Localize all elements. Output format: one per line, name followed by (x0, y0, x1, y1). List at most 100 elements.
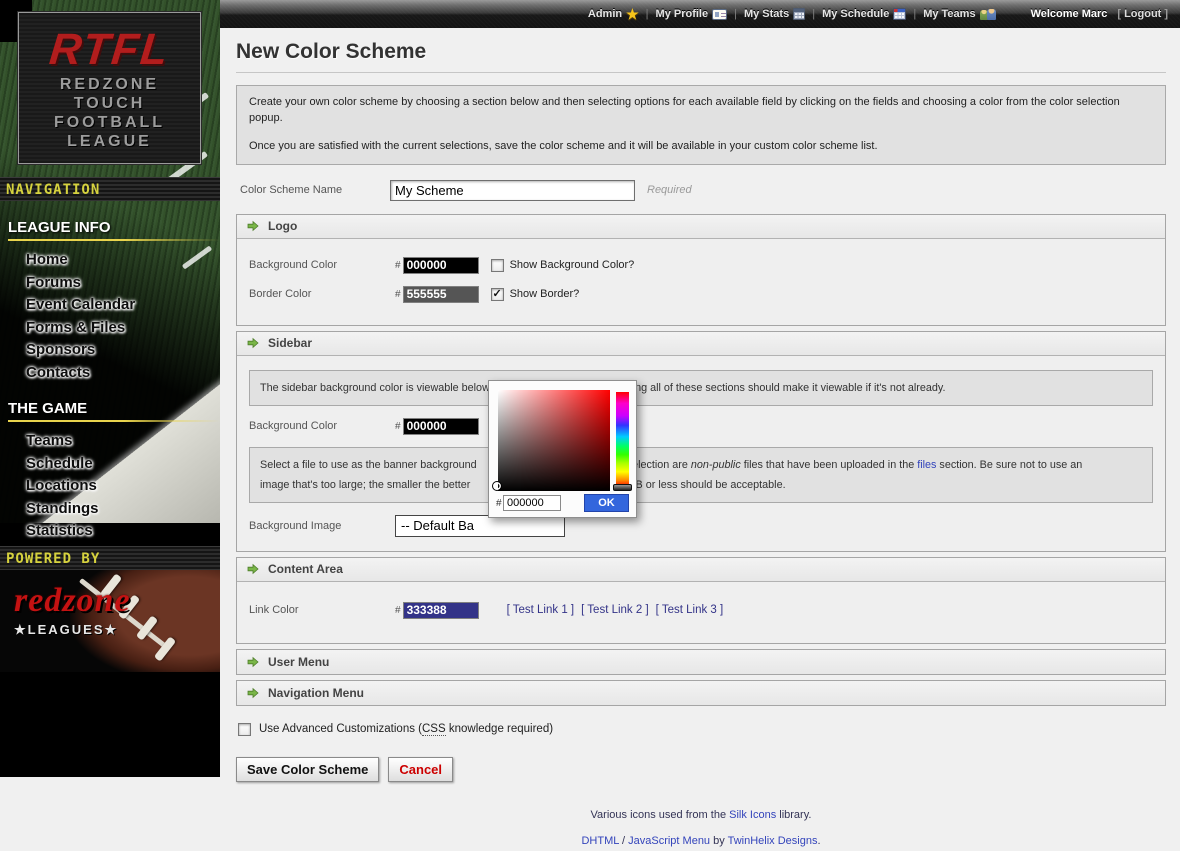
page-title: New Color Scheme (236, 40, 1166, 73)
show-border-label: Show Border? (510, 288, 580, 300)
sidebar-item-forms-files[interactable]: Forms & Files (8, 317, 220, 340)
menu-admin-label: Admin (588, 8, 622, 20)
css-abbr: CSS (422, 723, 446, 736)
footer-line-menu: DHTML / JavaScript Menu by TwinHelix Des… (236, 833, 1166, 851)
logout-link[interactable]: Logout (1124, 8, 1161, 20)
green-arrow-icon (247, 220, 259, 232)
scheme-name-row: Color Scheme Name Required (240, 180, 1166, 201)
save-color-scheme-button[interactable]: Save Color Scheme (236, 757, 379, 782)
sidebar-item-sponsors[interactable]: Sponsors (8, 339, 220, 362)
hue-slider-handle[interactable] (613, 484, 632, 491)
banner-note-line1: Select a file to use as the banner backg… (260, 455, 1142, 475)
section-navigation-menu-title: Navigation Menu (268, 686, 364, 700)
navigation-banner: NAVIGATION (0, 177, 220, 201)
league-logo[interactable]: RTFL REDZONE TOUCH FOOTBALL LEAGUE (18, 12, 201, 164)
section-sidebar-header[interactable]: Sidebar (237, 332, 1165, 356)
menu-my-profile[interactable]: My Profile (656, 8, 728, 20)
sidebar-item-statistics[interactable]: Statistics (8, 520, 220, 543)
advanced-customizations-row: Use Advanced Customizations (CSS knowled… (238, 723, 1166, 736)
test-link-1[interactable]: [ Test Link 1 ] (507, 604, 575, 616)
cancel-button[interactable]: Cancel (388, 757, 453, 782)
advanced-label-post: knowledge required) (446, 723, 553, 735)
footer-line-icons: Various icons used from the Silk Icons l… (236, 807, 1166, 825)
background-image-row: Background Image -- Default Ba (249, 515, 1153, 537)
menu-my-stats[interactable]: My Stats (744, 8, 805, 20)
show-background-color-checkbox[interactable] (491, 259, 504, 272)
league-logo-line: LEAGUE (19, 132, 200, 151)
sidebar-item-contacts[interactable]: Contacts (8, 362, 220, 385)
logo-border-color-input[interactable] (403, 286, 479, 303)
sidebar-background-color-row: Background Color # (249, 418, 1153, 435)
sidebar-item-standings[interactable]: Standings (8, 498, 220, 521)
sidebar-item-teams[interactable]: Teams (8, 430, 220, 453)
background-color-label: Background Color (249, 259, 395, 271)
green-arrow-icon (247, 337, 259, 349)
show-background-color-label: Show Background Color? (510, 259, 635, 271)
sidebar-item-event-calendar[interactable]: Event Calendar (8, 294, 220, 317)
league-logo-acronym: RTFL (16, 25, 202, 75)
show-border-checkbox[interactable] (491, 288, 504, 301)
advanced-label-pre: Use Advanced Customizations ( (259, 723, 422, 735)
twinhelix-designs-link[interactable]: TwinHelix Designs (728, 835, 818, 847)
section-content-area-title: Content Area (268, 562, 343, 576)
scheme-name-label: Color Scheme Name (240, 184, 390, 196)
section-content-area: Content Area Link Color # [ Test Link 1 … (236, 557, 1166, 644)
color-cursor-circle[interactable] (492, 481, 502, 491)
powered-by-logo[interactable]: redzone ★LEAGUES★ (0, 570, 220, 672)
section-logo: Logo Background Color # Show Background … (236, 214, 1166, 326)
sidebar-background-color-input[interactable] (403, 418, 479, 435)
picker-ok-button[interactable]: OK (584, 494, 629, 512)
logo-background-color-row: Background Color # Show Background Color… (249, 257, 1153, 274)
section-content-area-body: Link Color # [ Test Link 1 ] [ Test Link… (237, 582, 1165, 643)
sidebar-item-locations[interactable]: Locations (8, 475, 220, 498)
green-arrow-icon (247, 563, 259, 575)
section-logo-header[interactable]: Logo (237, 215, 1165, 239)
calendar-icon (893, 8, 906, 20)
dhtml-link[interactable]: DHTML (581, 835, 618, 847)
required-hint: Required (647, 184, 692, 196)
menu-admin[interactable]: Admin ★ (588, 8, 639, 20)
section-user-menu-header[interactable]: User Menu (237, 650, 1165, 674)
files-link[interactable]: files (917, 459, 936, 471)
page-footer: Various icons used from the Silk Icons l… (236, 807, 1166, 851)
picker-hex-input[interactable] (503, 495, 561, 511)
sidebar-item-forums[interactable]: Forums (8, 272, 220, 295)
footer-text: . (817, 835, 820, 847)
section-sidebar: Sidebar The sidebar background color is … (236, 331, 1166, 552)
nav-section-league-info: LEAGUE INFO (8, 219, 220, 236)
silk-icons-link[interactable]: Silk Icons (729, 809, 776, 821)
menu-separator: | (913, 8, 916, 20)
brand-text: redzone ★LEAGUES★ (14, 584, 131, 638)
section-content-area-header[interactable]: Content Area (237, 558, 1165, 582)
hash-prefix: # (496, 498, 502, 509)
menu-my-schedule[interactable]: My Schedule (822, 8, 906, 20)
javascript-menu-link[interactable]: JavaScript Menu (628, 835, 710, 847)
link-color-row: Link Color # [ Test Link 1 ] [ Test Link… (249, 602, 1153, 619)
section-user-menu: User Menu (236, 649, 1166, 675)
logo-border-color-row: Border Color # Show Border? (249, 286, 1153, 303)
advanced-customizations-checkbox[interactable] (238, 723, 251, 736)
intro-paragraph: Create your own color scheme by choosing… (249, 95, 1153, 127)
banner-note-fragment: section. Be sure not to use an (936, 459, 1082, 471)
saturation-value-gradient[interactable] (498, 390, 610, 491)
hash-prefix: # (395, 421, 401, 432)
border-color-label: Border Color (249, 288, 395, 300)
sidebar-item-home[interactable]: Home (8, 249, 220, 272)
menu-my-schedule-label: My Schedule (822, 8, 889, 20)
banner-note-fragment: Select a file to use as the banner backg… (260, 459, 477, 471)
welcome-text: Welcome Marc (1031, 8, 1108, 20)
sidebar-item-schedule[interactable]: Schedule (8, 453, 220, 476)
hash-prefix: # (395, 289, 401, 300)
link-color-input[interactable] (403, 602, 479, 619)
test-link-2[interactable]: [ Test Link 2 ] (581, 604, 649, 616)
scheme-name-input[interactable] (390, 180, 635, 201)
test-link-3[interactable]: [ Test Link 3 ] (656, 604, 724, 616)
hue-strip[interactable] (616, 392, 629, 487)
section-navigation-menu-header[interactable]: Navigation Menu (237, 681, 1165, 705)
menu-my-teams[interactable]: My Teams (923, 8, 996, 20)
background-image-select[interactable]: -- Default Ba (395, 515, 565, 537)
banner-note-emphasis: non-public (691, 459, 741, 471)
logo-background-color-input[interactable] (403, 257, 479, 274)
banner-note-fragment: image that's too large; the smaller the … (260, 479, 470, 491)
menu-separator: | (734, 8, 737, 20)
